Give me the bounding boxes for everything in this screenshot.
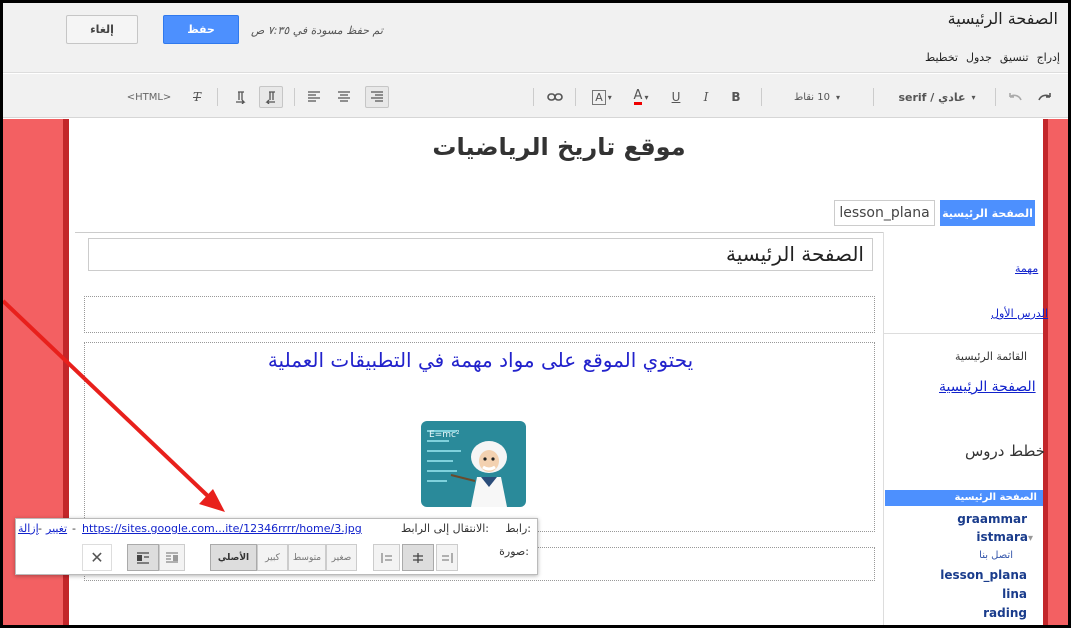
- html-button[interactable]: <HTML>: [123, 86, 175, 108]
- empty-section[interactable]: [84, 296, 875, 333]
- ltr-icon[interactable]: [229, 86, 251, 108]
- einstein-image[interactable]: E=mc²: [421, 421, 526, 507]
- popup-link-label: رابط:: [505, 522, 531, 535]
- site-title: موقع تاريخ الرياضيات: [432, 133, 686, 161]
- menu-insert[interactable]: إدراج: [1037, 51, 1060, 64]
- main-paragraph[interactable]: يحتوي الموقع على مواد مهمة في التطبيقات …: [88, 348, 873, 372]
- sidebar-nav-item[interactable]: lina: [1002, 587, 1027, 601]
- sidebar-nav-item[interactable]: lesson_plana: [940, 568, 1027, 582]
- expand-arrow-icon[interactable]: ▾: [1028, 533, 1033, 544]
- save-button[interactable]: حفظ: [163, 15, 239, 44]
- sidebar-nav-label: istmara: [976, 530, 1028, 544]
- image-options-popup: رابط: الانتقال إلى الرابط: https://sites…: [15, 518, 538, 575]
- underline-button[interactable]: U: [665, 86, 687, 108]
- right-page-border: [1043, 119, 1068, 625]
- bg-color-label: A: [592, 89, 606, 105]
- undo-icon[interactable]: [1003, 86, 1027, 108]
- sidebar-link-task[interactable]: مهمة: [1015, 262, 1038, 275]
- sidebar-nav-item[interactable]: istmara▾: [976, 530, 1033, 544]
- sidebar-main-menu-title: القائمة الرئيسية: [955, 350, 1028, 363]
- popup-goto-label: الانتقال إلى الرابط:: [401, 522, 489, 535]
- clear-format-icon[interactable]: T: [186, 86, 208, 108]
- sidebar-nav-item[interactable]: graammar: [957, 512, 1027, 526]
- sidebar-lesson-plans-title: خطط دروس: [965, 442, 1046, 460]
- menu-format[interactable]: تنسيق: [1000, 51, 1029, 64]
- sidebar-nav-header[interactable]: الصفحة الرئيسية: [885, 490, 1043, 506]
- sidebar-nav-item[interactable]: rading: [983, 606, 1027, 620]
- menu-bar: إدراج تنسيق جدول تخطيط: [925, 51, 1060, 64]
- menu-layout[interactable]: تخطيط: [925, 51, 958, 64]
- page-heading: الصفحة الرئيسية: [726, 242, 864, 266]
- sidebar-nav: الصفحة الرئيسية graammar istmara▾ اتصل ب…: [885, 490, 1043, 625]
- sidebar-link-first-lesson[interactable]: الدرس الأول: [991, 307, 1048, 320]
- editor-window: الصفحة الرئيسية إدراج تنسيق جدول تخطيط إ…: [3, 3, 1068, 625]
- popup-separator: -: [72, 522, 76, 535]
- popup-image-label: صورة:: [499, 545, 529, 558]
- remove-link[interactable]: إزالة: [18, 522, 39, 535]
- bold-button[interactable]: B: [725, 86, 747, 108]
- sidebar-main-menu-link[interactable]: الصفحة الرئيسية: [939, 379, 1036, 395]
- tab-lesson-plana[interactable]: lesson_plana: [834, 200, 935, 226]
- top-bar: الصفحة الرئيسية إدراج تنسيق جدول تخطيط إ…: [3, 3, 1068, 73]
- font-family-value: serif / عادي: [898, 90, 966, 104]
- size-medium-button[interactable]: متوسط: [288, 544, 326, 571]
- align-left-image-icon[interactable]: [373, 544, 400, 571]
- change-link[interactable]: تغيير: [46, 522, 67, 535]
- align-right-icon[interactable]: [365, 86, 389, 108]
- page-title: الصفحة الرئيسية: [947, 9, 1058, 28]
- size-original-button[interactable]: الأصلي: [210, 544, 257, 571]
- tab-home[interactable]: الصفحة الرئيسية: [940, 200, 1035, 226]
- redo-icon[interactable]: [1033, 86, 1057, 108]
- sidebar-nav-item[interactable]: اتصل بنا: [979, 550, 1013, 561]
- menu-table[interactable]: جدول: [966, 51, 992, 64]
- cancel-button[interactable]: إلغاء: [66, 15, 138, 44]
- formula-text: E=mc²: [429, 430, 460, 440]
- link-icon[interactable]: [543, 86, 567, 108]
- italic-button[interactable]: I: [695, 86, 717, 108]
- wrap-text-icon[interactable]: [159, 544, 185, 571]
- size-large-button[interactable]: كبير: [257, 544, 288, 571]
- draft-status: تم حفظ مسودة في ٧:٣٥ ص: [251, 24, 383, 37]
- page-heading-field[interactable]: الصفحة الرئيسية: [88, 238, 873, 271]
- highlight-color-button[interactable]: A ▾: [585, 86, 619, 108]
- inline-image-icon[interactable]: [127, 544, 159, 571]
- image-url-link[interactable]: https://sites.google.com...ite/12346rrrr…: [82, 522, 362, 535]
- rtl-icon[interactable]: [259, 86, 283, 108]
- size-small-button[interactable]: صغير: [326, 544, 357, 571]
- text-color-button[interactable]: A ▾: [625, 86, 657, 108]
- font-size-select[interactable]: 10 نقاط ▾: [771, 86, 863, 108]
- font-size-value: 10 نقاط: [793, 91, 831, 103]
- align-center-image-icon[interactable]: [402, 544, 434, 571]
- text-color-label: A: [633, 88, 643, 105]
- align-left-icon[interactable]: [303, 86, 325, 108]
- font-family-select[interactable]: serif / عادي ▾: [885, 86, 989, 108]
- format-toolbar: <HTML> T A ▾ A ▾ U I B 10 نقاط ▾ serif /…: [3, 74, 1068, 118]
- close-icon[interactable]: ✕: [82, 544, 112, 571]
- align-center-icon[interactable]: [333, 86, 355, 108]
- align-right-image-icon[interactable]: [436, 544, 458, 571]
